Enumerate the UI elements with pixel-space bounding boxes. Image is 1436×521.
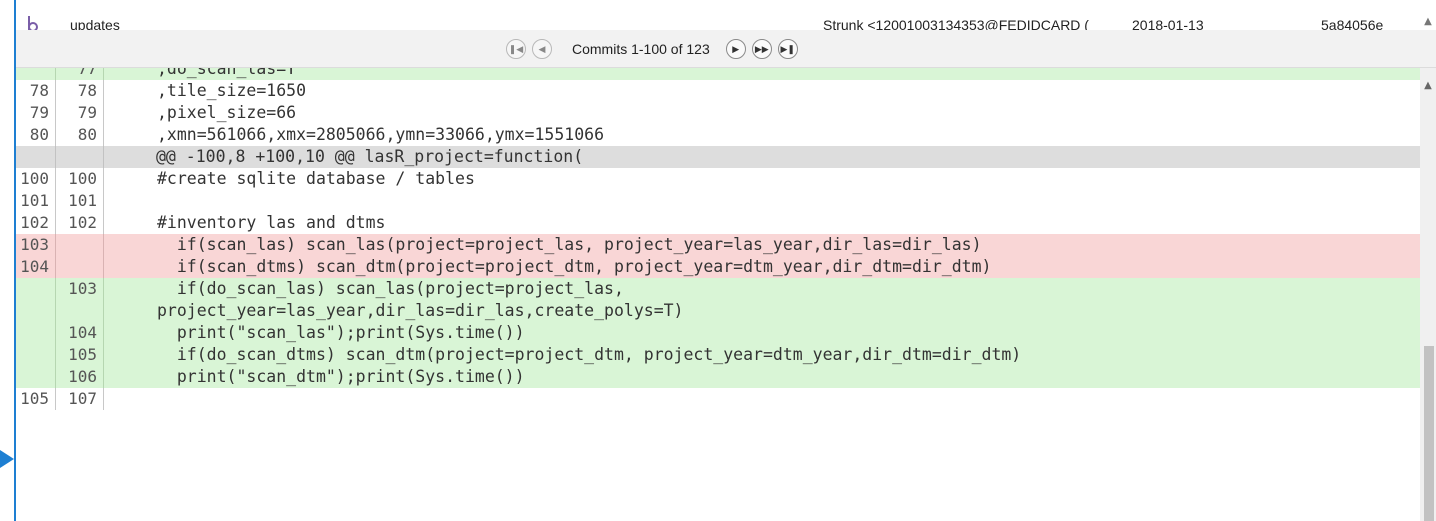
diff-line[interactable]: 105 if(do_scan_dtms) scan_dtm(project=pr… — [16, 344, 1420, 366]
previous-page-button[interactable]: ◀ — [532, 39, 552, 59]
new-line-number: 107 — [56, 388, 104, 410]
commit-list-row[interactable]: updates Strunk <12001003134353@FEDIDCARD… — [16, 0, 1420, 30]
first-page-button[interactable]: ❚◀ — [506, 39, 526, 59]
new-line-number — [56, 256, 104, 278]
old-line-number: 101 — [16, 190, 56, 212]
diff-line[interactable]: 103 if(scan_las) scan_las(project=projec… — [16, 234, 1420, 256]
diff-line[interactable]: 100 100 #create sqlite database / tables — [16, 168, 1420, 190]
old-line-number — [16, 344, 56, 366]
commit-sha: 5a84056e — [1321, 17, 1384, 30]
code-text: if(scan_dtms) scan_dtm(project=project_d… — [157, 257, 992, 276]
old-line-number — [16, 322, 56, 344]
commit-author: Strunk <12001003134353@FEDIDCARD ( — [823, 17, 1089, 30]
first-page-icon: ❚◀ — [508, 43, 524, 54]
code-text: ,pixel_size=66 — [157, 103, 297, 122]
code-text: print("scan_dtm");print(Sys.time()) — [157, 367, 525, 386]
diff-line[interactable]: 106 print("scan_dtm");print(Sys.time()) — [16, 366, 1420, 388]
old-line-number: 78 — [16, 80, 56, 102]
old-line-number: 100 — [16, 168, 56, 190]
old-line-number — [16, 366, 56, 388]
new-line-number: 78 — [56, 80, 104, 102]
commit-node-icon — [28, 16, 38, 30]
new-line-number: 102 — [56, 212, 104, 234]
diff-line[interactable]: 104 print("scan_las");print(Sys.time()) — [16, 322, 1420, 344]
last-page-icon: ▶❚ — [780, 43, 795, 54]
code-text: #create sqlite database / tables — [157, 169, 475, 188]
code-text: ,tile_size=1650 — [157, 81, 307, 100]
diff-line[interactable]: 103 if(do_scan_las) scan_las(project=pro… — [16, 278, 1420, 300]
new-line-number: 104 — [56, 322, 104, 344]
diff-line[interactable]: 79 79 ,pixel_size=66 — [16, 102, 1420, 124]
diff-line[interactable]: 77 ,do_scan_las=T — [16, 68, 1420, 80]
commit-pager: ❚◀ ◀ Commits 1-100 of 123 ▶ ▶▶ ▶❚ — [506, 38, 798, 60]
diff-line[interactable]: 101 101 — [16, 190, 1420, 212]
selection-accent-bar — [14, 0, 16, 521]
old-line-number: 80 — [16, 124, 56, 146]
diff-line[interactable]: 104 if(scan_dtms) scan_dtm(project=proje… — [16, 256, 1420, 278]
diff-line[interactable]: 102 102 #inventory las and dtms — [16, 212, 1420, 234]
code-text: ,do_scan_las=T — [157, 68, 297, 78]
hunk-header-text: @@ -100,8 +100,10 @@ lasR_project=functi… — [156, 147, 584, 166]
diff-view[interactable]: 77 ,do_scan_las=T 78 78 ,tile_size=1650 79 79,… — [16, 68, 1420, 521]
new-line-number: 103 — [56, 278, 104, 300]
old-line-number: 104 — [16, 256, 56, 278]
next-page-button[interactable]: ▶ — [725, 39, 746, 59]
diff-line[interactable]: 105 107 — [16, 388, 1420, 410]
new-line-number: 101 — [56, 190, 104, 212]
current-line-arrow-icon — [0, 450, 14, 468]
code-text: if(scan_las) scan_las(project=project_la… — [157, 235, 982, 254]
new-line-number: 79 — [56, 102, 104, 124]
old-line-number — [16, 146, 56, 168]
diff-viewer-window: updates Strunk <12001003134353@FEDIDCARD… — [0, 0, 1436, 521]
fast-forward-button[interactable]: ▶▶ — [751, 39, 772, 59]
code-text: project_year=las_year,dir_las=dir_las,cr… — [157, 301, 684, 320]
new-line-number: 100 — [56, 168, 104, 190]
code-text: ,xmn=561066,xmx=2805066,ymn=33066,ymx=15… — [157, 125, 605, 144]
old-line-number: 79 — [16, 102, 56, 124]
old-line-number: 102 — [16, 212, 56, 234]
old-line-number — [16, 278, 56, 300]
code-text: if(do_scan_las) scan_las(project=project… — [157, 279, 624, 298]
fast-forward-icon: ▶▶ — [754, 43, 769, 54]
diff-vertical-scrollbar[interactable]: ▲ — [1420, 68, 1436, 521]
scrollbar-thumb[interactable] — [1424, 346, 1434, 521]
old-line-number: 105 — [16, 388, 56, 410]
diff-line[interactable]: 78 78 ,tile_size=1650 — [16, 80, 1420, 102]
pager-status-text: Commits 1-100 of 123 — [572, 41, 710, 57]
code-text: #inventory las and dtms — [157, 213, 386, 232]
next-page-icon: ▶ — [732, 43, 740, 54]
new-line-number: 80 — [56, 124, 104, 146]
new-line-number — [56, 146, 104, 168]
diff-line[interactable]: 80 80 ,xmn=561066,xmx=2805066,ymn=33066,ym… — [16, 124, 1420, 146]
old-line-number — [16, 68, 56, 80]
diff-line[interactable]: project_year=las_year,dir_las=dir_las,cr… — [16, 300, 1420, 322]
new-line-number — [56, 234, 104, 256]
new-line-number: 106 — [56, 366, 104, 388]
diff-hunk-header[interactable]: @@ -100,8 +100,10 @@ lasR_project=functi… — [16, 146, 1420, 168]
scroll-up-icon[interactable]: ▲ — [1420, 78, 1436, 94]
previous-page-icon: ◀ — [538, 43, 546, 54]
new-line-number: 105 — [56, 344, 104, 366]
new-line-number: 77 — [56, 68, 104, 80]
code-text: if(do_scan_dtms) scan_dtm(project=projec… — [157, 345, 1022, 364]
code-text: print("scan_las");print(Sys.time()) — [157, 323, 525, 342]
commit-date: 2018-01-13 — [1132, 17, 1204, 30]
commit-message: updates — [70, 17, 120, 30]
commit-pager-bar: ❚◀ ◀ Commits 1-100 of 123 ▶ ▶▶ ▶❚ — [16, 30, 1436, 68]
old-line-number: 103 — [16, 234, 56, 256]
last-page-button[interactable]: ▶❚ — [777, 39, 798, 59]
